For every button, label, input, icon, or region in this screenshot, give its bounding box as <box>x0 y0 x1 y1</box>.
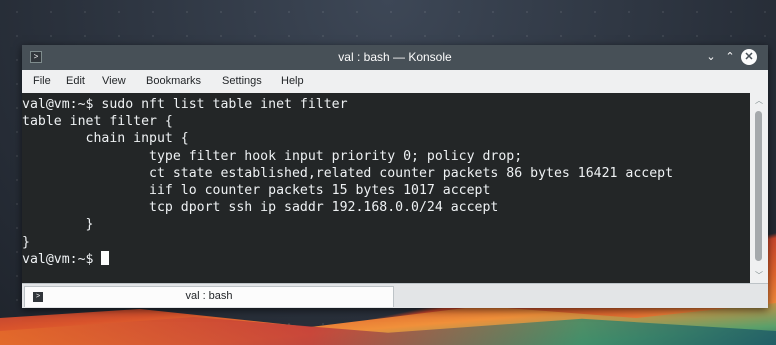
terminal-area[interactable]: val@vm:~$ sudo nft list table inet filte… <box>22 93 750 283</box>
text-cursor <box>101 250 110 265</box>
terminal-line: tcp dport ssh ip saddr 192.168.0.0/24 ac… <box>22 200 499 216</box>
menu-file[interactable]: File <box>33 75 51 87</box>
tab-bar: > val : bash <box>22 283 768 308</box>
terminal-output: val@vm:~$ sudo nft list table inet filte… <box>22 93 750 268</box>
terminal-line: val@vm:~$ sudo nft list table inet filte… <box>22 97 348 112</box>
konsole-window: > val : bash — Konsole ⌄ ⌃ ✕ File Edit V… <box>22 45 768 308</box>
scrollbar-thumb[interactable] <box>755 111 762 261</box>
terminal-line: ct state established,related counter pac… <box>22 165 674 181</box>
window-title: val : bash — Konsole <box>338 50 452 64</box>
menu-help[interactable]: Help <box>281 75 304 87</box>
terminal-line: } <box>22 217 94 233</box>
terminal-line: iif lo counter packets 15 bytes 1017 acc… <box>22 183 491 199</box>
titlebar[interactable]: > val : bash — Konsole ⌄ ⌃ ✕ <box>22 45 768 70</box>
terminal-line: type filter hook input priority 0; polic… <box>22 148 523 164</box>
menu-view[interactable]: View <box>102 75 126 87</box>
maximize-button[interactable]: ⌃ <box>722 49 738 65</box>
menu-bookmarks[interactable]: Bookmarks <box>146 75 201 87</box>
terminal-scrollbar[interactable]: ︿ ﹀ <box>750 93 768 283</box>
menu-edit[interactable]: Edit <box>66 75 85 87</box>
tab-label: val : bash <box>185 290 233 302</box>
scroll-up-icon[interactable]: ︿ <box>750 95 768 106</box>
terminal-line: chain input { <box>22 131 189 147</box>
scroll-down-icon[interactable]: ﹀ <box>750 270 768 281</box>
minimize-button[interactable]: ⌄ <box>703 49 719 65</box>
tab-val-bash[interactable]: > val : bash <box>24 286 394 307</box>
terminal-prompt: val@vm:~$ <box>22 251 102 267</box>
terminal-line: } <box>22 234 30 250</box>
close-button[interactable]: ✕ <box>741 49 757 65</box>
terminal-line: table inet filter { <box>22 114 173 130</box>
menubar: File Edit View Bookmarks Settings Help <box>22 70 768 92</box>
menu-settings[interactable]: Settings <box>222 75 262 87</box>
